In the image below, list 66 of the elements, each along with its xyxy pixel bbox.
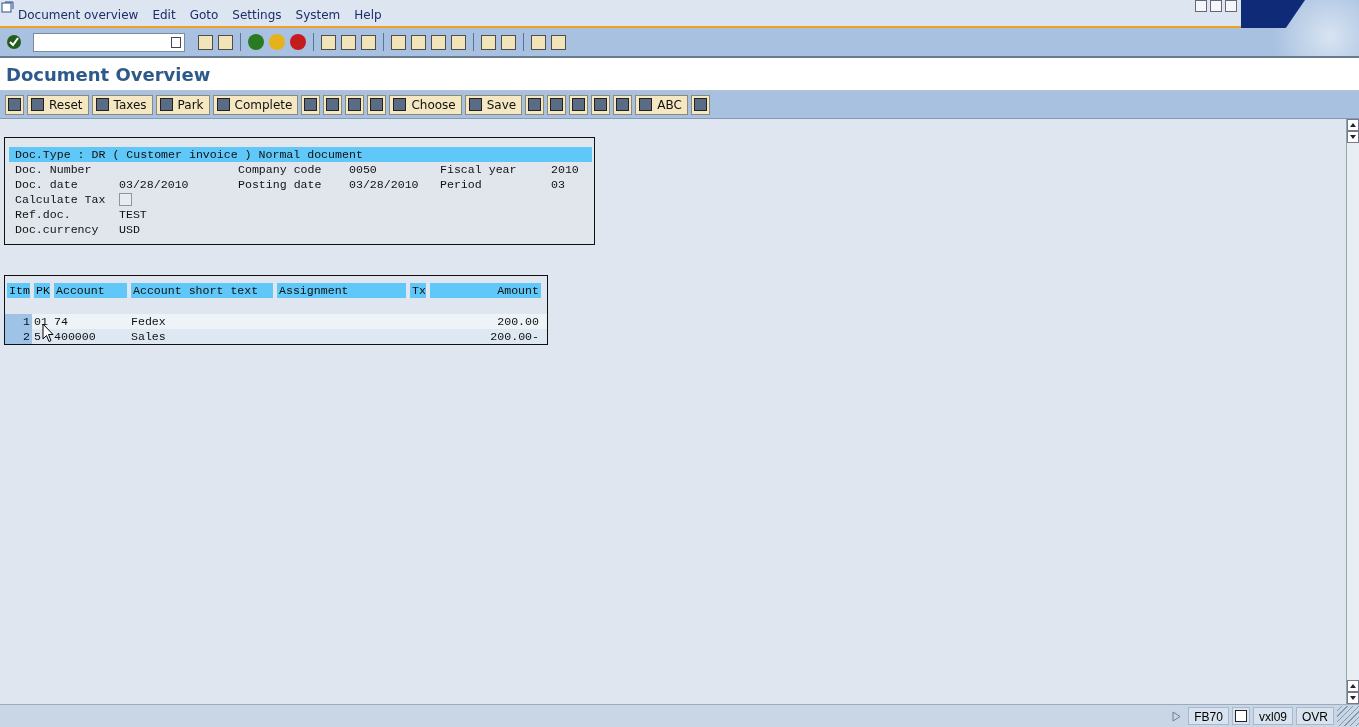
- toolbar-button[interactable]: Park: [155, 94, 210, 115]
- menu-item[interactable]: Help: [354, 8, 382, 26]
- column-header[interactable]: PK: [34, 283, 50, 298]
- expand-triangle-icon[interactable]: [1172, 710, 1182, 722]
- field-value: USD: [119, 222, 141, 237]
- field-value: 0050: [349, 162, 378, 177]
- field-value: TEST: [119, 207, 148, 222]
- menu-item[interactable]: System: [295, 8, 341, 26]
- field-label: Company code: [238, 162, 323, 177]
- table-cell: 74: [54, 315, 68, 328]
- mouse-pointer-icon: [42, 323, 54, 343]
- command-field[interactable]: [33, 32, 185, 52]
- enter-icon[interactable]: [6, 34, 22, 50]
- table-cell: 5: [34, 330, 41, 343]
- scroll-up-button[interactable]: [1347, 119, 1359, 131]
- menu-item[interactable]: Goto: [189, 8, 219, 26]
- column-header[interactable]: Amount: [430, 283, 541, 298]
- field-value: 03: [551, 177, 565, 192]
- row-selector[interactable]: 2: [5, 329, 32, 344]
- table-cell: 200.00: [497, 315, 539, 328]
- table-cell: Fedex: [131, 315, 166, 328]
- row-selector[interactable]: 1: [5, 314, 32, 329]
- field-value: 2010: [551, 162, 579, 177]
- menu-item[interactable]: Document overview: [18, 8, 139, 26]
- insert-mode: OVR: [1296, 707, 1334, 725]
- server-name: vxl09: [1252, 707, 1293, 725]
- column-header[interactable]: Assignment: [277, 283, 406, 298]
- vertical-scrollbar[interactable]: [1346, 119, 1359, 704]
- toolbar-button[interactable]: ABC: [635, 94, 688, 115]
- table-cell: 200.00-: [490, 330, 539, 343]
- window-icon: [1, 1, 15, 13]
- toolbar-button[interactable]: Save: [464, 94, 523, 115]
- column-header[interactable]: Account short text: [131, 283, 273, 298]
- field-label: Fiscal year: [440, 162, 518, 177]
- toolbar-button[interactable]: Choose: [389, 94, 462, 115]
- toolbar-button[interactable]: Taxes: [91, 94, 153, 115]
- field-label: Doc. date: [15, 177, 79, 192]
- menu-item[interactable]: Edit: [152, 8, 176, 26]
- scroll-down-button[interactable]: [1347, 131, 1359, 143]
- restore-button[interactable]: [1210, 0, 1222, 12]
- column-header[interactable]: Account: [54, 283, 127, 298]
- toolbar-button[interactable]: Reset: [27, 94, 89, 115]
- column-header[interactable]: Itm: [7, 283, 30, 298]
- close-button[interactable]: [1225, 0, 1237, 12]
- screen-title: Document Overview: [6, 63, 211, 85]
- table-cell: 400000: [54, 330, 96, 343]
- table-cell: Sales: [131, 330, 166, 343]
- table-cell: 01: [34, 315, 48, 328]
- document-type-bar: Doc.Type : DR ( Customer invoice ) Normal document: [9, 147, 592, 162]
- toolbar-button[interactable]: Complete: [212, 94, 299, 115]
- scroll-up-button[interactable]: [1347, 680, 1359, 692]
- field-value: 03/28/2010: [119, 177, 190, 192]
- menu-item[interactable]: Settings: [232, 8, 282, 26]
- minimize-button[interactable]: [1195, 0, 1207, 12]
- resize-grip[interactable]: [1337, 706, 1359, 726]
- field-label: Doc.currency: [15, 222, 100, 237]
- field-label: Calculate Tax: [15, 192, 107, 207]
- scroll-down-button[interactable]: [1347, 692, 1359, 704]
- field-label: Posting date: [238, 177, 323, 192]
- field-label: Period: [440, 177, 483, 192]
- column-header[interactable]: Tx: [410, 283, 426, 298]
- checkbox[interactable]: [119, 193, 132, 207]
- field-label: Doc. Number: [15, 162, 93, 177]
- field-label: Ref.doc.: [15, 207, 72, 222]
- transaction-code: FB70: [1188, 707, 1229, 725]
- field-value: 03/28/2010: [349, 177, 420, 192]
